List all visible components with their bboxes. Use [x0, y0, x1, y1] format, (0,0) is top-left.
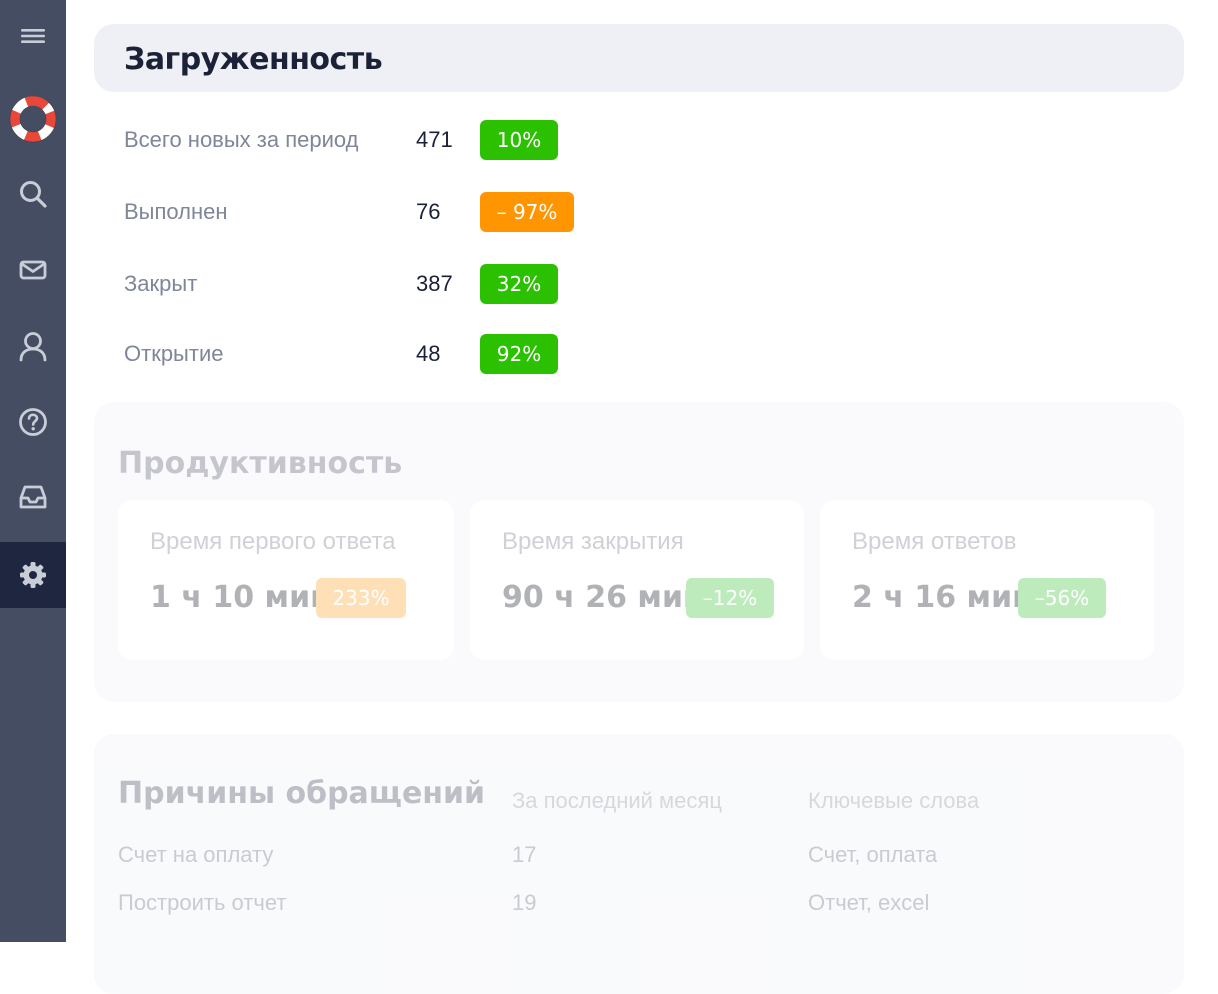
load-title: Загруженность	[124, 42, 383, 77]
main-content: Загруженность Всего новых за период 471 10…	[66, 0, 1218, 994]
metric-badge: –12%	[686, 578, 774, 618]
load-header: Загруженность	[94, 24, 1184, 92]
load-row-value: 76	[416, 199, 441, 224]
sidebar-item-inbox[interactable]	[0, 464, 66, 530]
keywords-cell: Счет, оплата	[808, 842, 938, 867]
inbox-icon	[19, 485, 47, 509]
load-row-label: Открытие	[124, 341, 224, 366]
load-row: Всего новых за период 471 10%	[124, 120, 724, 160]
load-row-value: 48	[416, 341, 441, 366]
metric-response-time: Время ответов 2 ч 16 мин –56%	[820, 500, 1154, 660]
metric-label: Время первого ответа	[150, 528, 396, 555]
reasons-card: Причины обращений За последний месяц Клю…	[94, 734, 1184, 994]
reasons-title: Причины обращений	[118, 776, 486, 811]
search-icon	[20, 181, 47, 208]
help-icon	[19, 408, 47, 436]
metric-badge: 233%	[316, 578, 406, 618]
menu-icon	[21, 29, 45, 43]
metric-value: 90 ч 26 мин	[502, 580, 704, 615]
mail-icon	[19, 260, 47, 280]
metric-label: Время ответов	[852, 528, 1017, 555]
keywords-cell: Отчет, excel	[808, 890, 930, 915]
sidebar	[0, 0, 66, 942]
load-row-badge: 92%	[480, 334, 558, 374]
column-header-keywords: Ключевые слова	[808, 788, 980, 813]
metric-close-time: Время закрытия 90 ч 26 мин –12%	[470, 500, 804, 660]
load-row-label: Закрыт	[124, 271, 198, 296]
metric-first-response: Время первого ответа 1 ч 10 мин 233%	[118, 500, 454, 660]
sidebar-item-help[interactable]	[0, 389, 66, 455]
load-row-badge: – 97%	[480, 192, 574, 232]
sidebar-item-mail[interactable]	[0, 237, 66, 303]
load-row: Открытие 48 92%	[124, 334, 724, 374]
count-cell: 19	[512, 890, 537, 915]
reason-cell: Построить отчет	[118, 890, 287, 915]
metric-label: Время закрытия	[502, 528, 684, 555]
user-icon	[19, 332, 47, 362]
sidebar-item-settings[interactable]	[0, 542, 66, 608]
lifebuoy-icon	[9, 95, 57, 143]
metric-value: 2 ч 16 мин	[852, 580, 1033, 615]
load-row-label: Всего новых за период	[124, 127, 359, 152]
load-row-badge: 32%	[480, 264, 558, 304]
count-cell: 17	[512, 842, 537, 867]
load-row-value: 471	[416, 127, 453, 152]
load-row-value: 387	[416, 271, 453, 296]
reason-cell: Счет на оплату	[118, 842, 274, 867]
sidebar-item-search[interactable]	[0, 161, 66, 227]
load-row-label: Выполнен	[124, 199, 228, 224]
gear-icon	[20, 562, 46, 588]
metric-value: 1 ч 10 мин	[150, 580, 331, 615]
productivity-title: Продуктивность	[118, 446, 403, 481]
sidebar-item-support[interactable]	[0, 86, 66, 152]
column-header-period: За последний месяц	[512, 788, 722, 813]
load-row: Закрыт 387 32%	[124, 264, 724, 304]
productivity-card: Продуктивность Время первого ответа 1 ч …	[94, 402, 1184, 702]
load-row: Выполнен 76 – 97%	[124, 192, 724, 232]
metric-badge: –56%	[1018, 578, 1106, 618]
menu-button[interactable]	[0, 3, 66, 69]
load-row-badge: 10%	[480, 120, 558, 160]
sidebar-item-users[interactable]	[0, 313, 66, 379]
